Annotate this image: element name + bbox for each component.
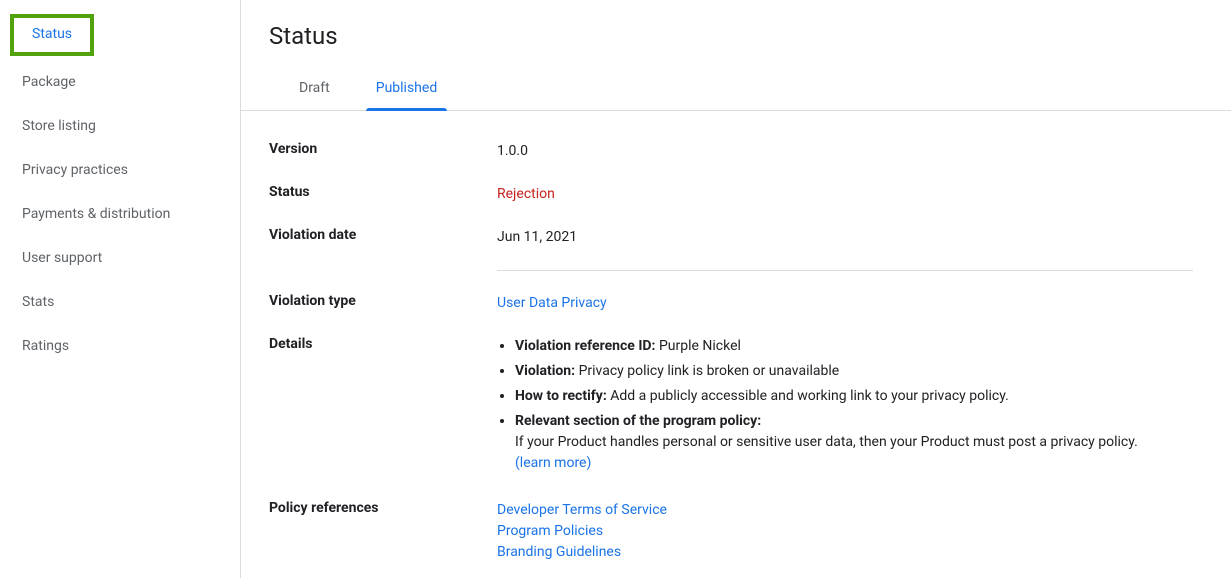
sidebar-item-store-listing[interactable]: Store listing: [0, 104, 240, 148]
sidebar-item-stats[interactable]: Stats: [0, 280, 240, 324]
detail-violation-label: Violation:: [515, 363, 575, 379]
detail-policy-section: Relevant section of the program policy: …: [515, 411, 1138, 474]
status-label: Status: [269, 184, 497, 200]
violation-type-link[interactable]: User Data Privacy: [497, 293, 607, 314]
learn-more-link[interactable]: (learn more): [515, 455, 591, 471]
detail-violation: Violation: Privacy policy link is broken…: [515, 361, 1138, 382]
detail-violation-value: Privacy policy link is broken or unavail…: [579, 363, 840, 379]
link-program-policies[interactable]: Program Policies: [497, 521, 667, 542]
tabs: Draft Published: [241, 62, 1231, 111]
details-label: Details: [269, 336, 497, 352]
link-developer-tos[interactable]: Developer Terms of Service: [497, 500, 667, 521]
version-value: 1.0.0: [497, 141, 528, 162]
sidebar-item-status[interactable]: Status: [10, 14, 94, 56]
version-label: Version: [269, 141, 497, 157]
sidebar-item-user-support[interactable]: User support: [0, 236, 240, 280]
divider: [497, 270, 1193, 271]
policy-references-value: Developer Terms of Service Program Polic…: [497, 500, 667, 563]
content-panel: Version 1.0.0 Status Rejection Violation…: [241, 111, 1221, 578]
detail-rectify-label: How to rectify:: [515, 388, 607, 404]
detail-rectify: How to rectify: Add a publicly accessibl…: [515, 386, 1138, 407]
detail-ref-id-value: Purple Nickel: [659, 338, 741, 354]
link-branding-guidelines[interactable]: Branding Guidelines: [497, 542, 667, 563]
main-content: Status Draft Published Version 1.0.0 Sta…: [241, 0, 1231, 578]
detail-ref-id: Violation reference ID: Purple Nickel: [515, 336, 1138, 357]
detail-rectify-value: Add a publicly accessible and working li…: [610, 388, 1009, 404]
violation-type-label: Violation type: [269, 293, 497, 309]
sidebar-item-payments-distribution[interactable]: Payments & distribution: [0, 192, 240, 236]
violation-date-label: Violation date: [269, 227, 497, 243]
detail-ref-id-label: Violation reference ID:: [515, 338, 655, 354]
sidebar-item-privacy-practices[interactable]: Privacy practices: [0, 148, 240, 192]
page-title: Status: [241, 0, 1231, 62]
sidebar-item-package[interactable]: Package: [0, 60, 240, 104]
detail-policy-label: Relevant section of the program policy:: [515, 413, 761, 429]
details-value: Violation reference ID: Purple Nickel Vi…: [497, 336, 1138, 478]
sidebar-item-ratings[interactable]: Ratings: [0, 324, 240, 368]
policy-references-label: Policy references: [269, 500, 497, 516]
tab-published[interactable]: Published: [374, 80, 439, 110]
violation-date-value: Jun 11, 2021: [497, 227, 577, 248]
tab-draft[interactable]: Draft: [297, 80, 332, 110]
sidebar: Status Package Store listing Privacy pra…: [0, 0, 241, 578]
detail-policy-text: If your Product handles personal or sens…: [515, 432, 1138, 453]
status-value: Rejection: [497, 184, 555, 205]
